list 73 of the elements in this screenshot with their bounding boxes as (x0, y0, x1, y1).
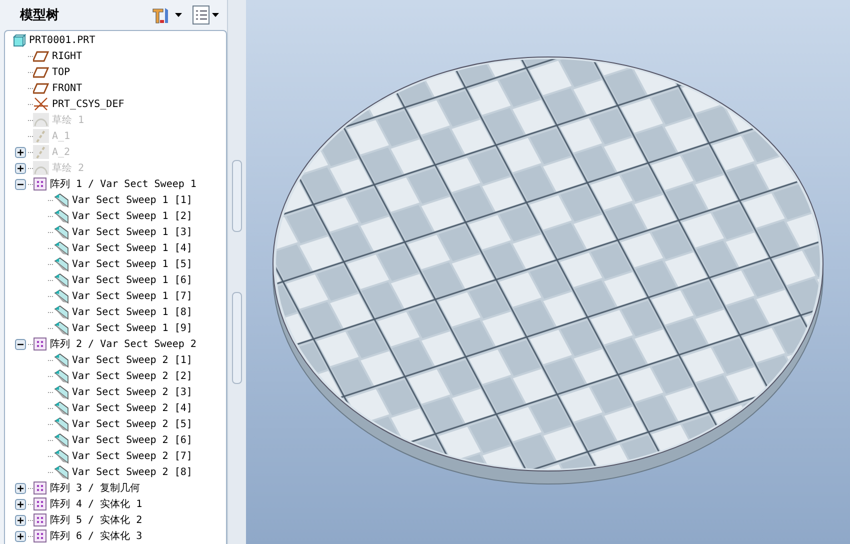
list-document-icon (192, 5, 210, 25)
tree-item[interactable]: Var Sect Sweep 1 [9] (72, 322, 192, 334)
expand-toggle[interactable] (15, 146, 26, 158)
axis-icon (33, 129, 49, 143)
sweep-icon (53, 400, 69, 416)
plane-icon (33, 66, 49, 78)
expand-toggle[interactable] (15, 514, 26, 526)
tree-item[interactable]: Var Sect Sweep 1 [3] (72, 226, 192, 238)
tree-item[interactable]: Var Sect Sweep 2 [4] (72, 402, 192, 414)
sweep-icon (53, 256, 69, 272)
tree-item[interactable]: Var Sect Sweep 1 [4] (72, 242, 192, 254)
tree-item[interactable]: Var Sect Sweep 1 [2] (72, 210, 192, 222)
sketch-icon (33, 113, 49, 127)
tree-item[interactable]: PRT0001.PRT (29, 34, 96, 46)
sweep-icon (53, 352, 69, 368)
part-icon (13, 34, 26, 46)
tree-item[interactable]: FRONT (52, 82, 82, 94)
sweep-icon (53, 464, 69, 480)
plane-icon (33, 82, 49, 94)
sweep-icon (53, 208, 69, 224)
sketch-icon (33, 161, 49, 175)
tree-item[interactable]: Var Sect Sweep 1 [1] (72, 194, 192, 206)
sweep-icon (53, 224, 69, 240)
tree-item[interactable]: Var Sect Sweep 2 [8] (72, 466, 192, 478)
show-menu-button[interactable] (190, 4, 221, 26)
tree-item[interactable]: Var Sect Sweep 2 [3] (72, 386, 192, 398)
tree-item[interactable]: PRT_CSYS_DEF (52, 98, 124, 110)
tree-item[interactable]: Var Sect Sweep 2 [5] (72, 418, 192, 430)
dropdown-caret-icon (212, 13, 219, 17)
collapse-toggle[interactable] (15, 338, 26, 350)
pattern-icon (33, 529, 47, 543)
expand-toggle[interactable] (15, 530, 26, 542)
tree-item[interactable]: Var Sect Sweep 2 [1] (72, 354, 192, 366)
tree-item[interactable]: Var Sect Sweep 1 [8] (72, 306, 192, 318)
expand-toggle[interactable] (15, 498, 26, 510)
tree-item[interactable]: 阵列 2 / Var Sect Sweep 2 (50, 337, 196, 351)
tree-item[interactable]: Var Sect Sweep 2 [7] (72, 450, 192, 462)
pattern-icon (33, 513, 47, 527)
dropdown-caret-icon (175, 13, 182, 17)
sweep-icon (53, 320, 69, 336)
tree-item[interactable]: Var Sect Sweep 1 [6] (72, 274, 192, 286)
tree-item[interactable]: 阵列 4 / 实体化 1 (50, 497, 142, 511)
pattern-icon (33, 497, 47, 511)
sweep-icon (53, 432, 69, 448)
axis-icon (33, 145, 49, 159)
tree-item[interactable]: Var Sect Sweep 1 [7] (72, 290, 192, 302)
plane-icon (33, 50, 49, 62)
sweep-icon (53, 384, 69, 400)
sweep-icon (53, 288, 69, 304)
sweep-icon (53, 416, 69, 432)
pattern-icon (33, 481, 47, 495)
coordinate-system-icon (33, 97, 49, 111)
expand-toggle[interactable] (15, 482, 26, 494)
panel-title: 模型树 (20, 7, 60, 24)
sweep-icon (53, 448, 69, 464)
expand-toggle[interactable] (15, 162, 26, 174)
tree-item[interactable]: Var Sect Sweep 2 [6] (72, 434, 192, 446)
tree-item[interactable]: Var Sect Sweep 1 [5] (72, 258, 192, 270)
sweep-icon (53, 272, 69, 288)
tree-item[interactable]: 阵列 1 / Var Sect Sweep 1 (50, 177, 196, 191)
sweep-icon (53, 304, 69, 320)
sweep-icon (53, 368, 69, 384)
sweep-icon (53, 240, 69, 256)
tree-item[interactable]: TOP (52, 66, 70, 78)
pattern-icon (33, 177, 47, 191)
collapse-toggle[interactable] (15, 178, 26, 190)
tree-item[interactable]: RIGHT (52, 50, 82, 62)
tree-item[interactable]: 阵列 5 / 实体化 2 (50, 513, 142, 527)
tree-item[interactable]: 阵列 3 / 复制几何 (50, 481, 140, 495)
sweep-icon (53, 192, 69, 208)
tree-item[interactable]: 阵列 6 / 实体化 3 (50, 529, 142, 543)
tree-item[interactable]: Var Sect Sweep 2 [2] (72, 370, 192, 382)
pattern-icon (33, 337, 47, 351)
